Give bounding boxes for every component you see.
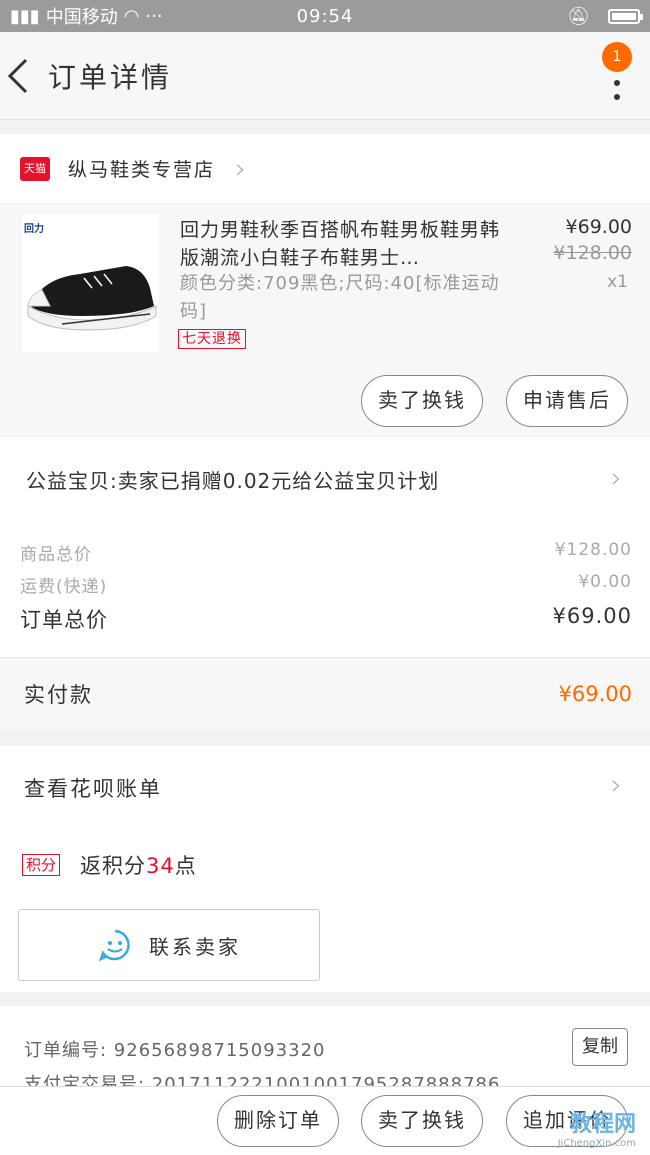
chevron-right-icon: › <box>610 461 622 494</box>
product-price: ¥69.00 <box>565 216 632 238</box>
battery-icon <box>608 8 643 24</box>
site-watermark: 教程网 JiChengXin.com <box>558 1106 636 1149</box>
points-prefix: 返积分 <box>80 854 147 878</box>
points-text: 返积分34点 <box>80 850 197 880</box>
charity-text: 公益宝贝:卖家已捐赠0.02元给公益宝贝计划 <box>26 469 440 493</box>
contact-section: 联系卖家 <box>0 900 650 992</box>
resell-bottom-button[interactable]: 卖了换钱 <box>361 1095 483 1147</box>
product-image: 回力 <box>22 214 158 352</box>
original-price: ¥128.00 <box>553 242 632 264</box>
after-sales-button[interactable]: 申请售后 <box>506 375 628 427</box>
goods-total-row: 商品总价 ¥128.00 <box>20 540 632 565</box>
payment-number: 支付宝交易号: 2017112221001001795287888786 <box>24 1074 501 1086</box>
paid-label: 实付款 <box>24 682 93 707</box>
chat-bubble-icon <box>98 929 130 962</box>
points-number: 34 <box>146 854 175 878</box>
order-total-value: ¥69.00 <box>552 604 632 628</box>
product-card[interactable]: 回力 回力男鞋秋季百搭帆布鞋男板鞋男韩版潮流小白鞋子布鞋男士… 颜色分类:709… <box>0 204 650 436</box>
paid-value: ¥69.00 <box>558 681 632 706</box>
shipping-row: 运费(快递) ¥0.00 <box>20 572 632 597</box>
chevron-right-icon: › <box>610 768 622 801</box>
watermark-sub: JiChengXin.com <box>557 1138 636 1149</box>
page-title: 订单详情 <box>48 61 173 94</box>
order-total-label: 订单总价 <box>20 608 108 632</box>
status-time: 09:54 <box>296 5 354 27</box>
resell-button[interactable]: 卖了换钱 <box>361 375 483 427</box>
delete-order-button[interactable]: 删除订单 <box>217 1095 339 1147</box>
cost-summary: 商品总价 ¥128.00 运费(快递) ¥0.00 订单总价 ¥69.00 <box>0 522 650 657</box>
tmall-logo: 天猫 <box>20 156 50 181</box>
points-row: 积分 返积分34点 <box>0 830 650 900</box>
chevron-right-icon: › <box>235 152 247 185</box>
shop-row[interactable]: 天猫 纵马鞋类专营店 › <box>0 134 650 204</box>
points-tag: 积分 <box>22 854 61 876</box>
huabei-bill-label: 查看花呗账单 <box>24 777 162 801</box>
goods-total-value: ¥128.00 <box>554 540 632 560</box>
notification-badge: 1 <box>602 42 632 72</box>
product-title: 回力男鞋秋季百搭帆布鞋男板鞋男韩版潮流小白鞋子布鞋男士… <box>180 219 501 269</box>
goods-total-label: 商品总价 <box>20 545 92 565</box>
order-number: 订单编号: 926568987150933​20 <box>24 1040 326 1061</box>
return-policy-tag: 七天退换 <box>178 329 246 349</box>
nav-bar: 订单详情 1 <box>0 32 650 120</box>
copy-button[interactable]: 复制 <box>572 1028 628 1066</box>
charity-row[interactable]: 公益宝贝:卖家已捐赠0.02元给公益宝贝计划 › <box>0 436 650 522</box>
shipping-label: 运费(快递) <box>20 577 108 597</box>
status-bar: ▮▮▮ 中国移动 ◠ ··· 09:54 🔕︎ <box>0 0 650 32</box>
paid-row: 实付款 ¥69.00 <box>0 657 650 729</box>
bottom-action-bar: 删除订单 卖了换钱 追加评价 教程网 JiChengXin.com <box>0 1086 650 1155</box>
order-info: 订单编号: 926568987150933​20 支付宝交易号: 2017112… <box>0 1006 650 1086</box>
contact-seller-button[interactable]: 联系卖家 <box>18 909 320 981</box>
brand-logo: 回力 <box>24 224 44 235</box>
watermark-main: 教程网 <box>569 1112 636 1137</box>
shipping-value: ¥0.00 <box>578 572 632 592</box>
shop-name: 纵马鞋类专营店 <box>68 159 216 181</box>
contact-seller-label: 联系卖家 <box>149 934 241 959</box>
product-quantity: x1 <box>607 272 628 292</box>
huabei-bill-row[interactable]: 查看花呗账单 › <box>0 746 650 830</box>
back-icon[interactable] <box>6 58 36 94</box>
product-sku: 颜色分类:709黑色;尺码:40[标准运动码] <box>180 273 500 322</box>
order-total-row: 订单总价 ¥69.00 <box>20 604 632 634</box>
points-suffix: 点 <box>174 854 197 878</box>
